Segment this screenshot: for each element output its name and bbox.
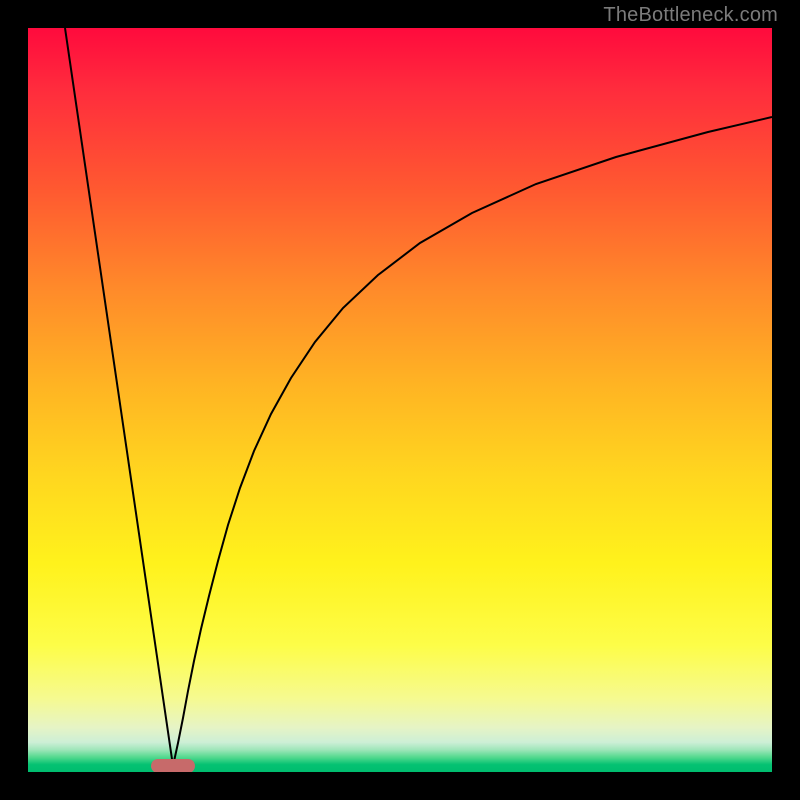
minimum-marker [151, 759, 195, 772]
plot-area [28, 28, 772, 772]
curve-right-branch [173, 117, 772, 766]
chart-frame: TheBottleneck.com [0, 0, 800, 800]
curve-left-branch [65, 28, 173, 766]
chart-curves [65, 28, 772, 766]
watermark-text: TheBottleneck.com [603, 4, 778, 27]
chart-svg [28, 28, 772, 772]
